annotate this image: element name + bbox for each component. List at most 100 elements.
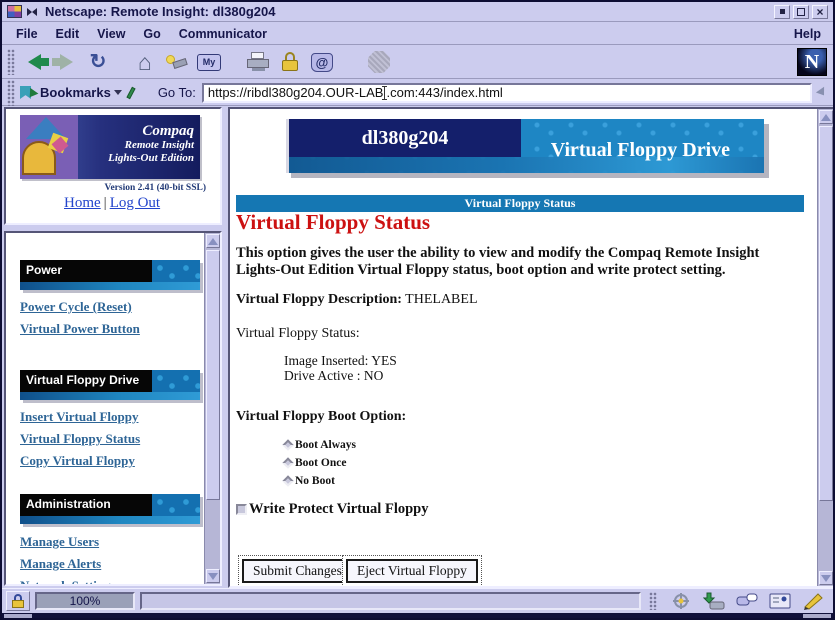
security-status-button[interactable]	[6, 591, 30, 611]
submit-changes-button[interactable]: Submit Changes	[242, 559, 353, 583]
write-protect-label: Write Protect Virtual Floppy	[249, 501, 428, 518]
logo-line1: Remote Insight	[78, 139, 194, 152]
sidebar-link-manage-alerts[interactable]: Manage Alerts	[20, 556, 101, 572]
logout-link[interactable]: Log Out	[110, 195, 160, 211]
minimize-button[interactable]	[774, 5, 790, 19]
search-button[interactable]	[162, 48, 192, 76]
sidebar-link-insert-virtual-floppy[interactable]: Insert Virtual Floppy	[20, 409, 138, 425]
address-book-icon	[769, 592, 791, 610]
lights-out-house-icon	[20, 115, 78, 179]
boot-always-option[interactable]: Boot Always	[284, 439, 356, 451]
window-menu-icon[interactable]	[7, 5, 22, 18]
url-dropdown-button[interactable]	[814, 83, 829, 103]
sidebar-nav-frame: Power Power Cycle (Reset) Virtual Power …	[4, 231, 222, 586]
radio-icon[interactable]	[282, 457, 293, 468]
sidebar-link-virtual-power-button[interactable]: Virtual Power Button	[20, 321, 140, 337]
scrollbar-thumb[interactable]	[206, 250, 220, 500]
window-title: Netscape: Remote Insight: dl380g204	[45, 4, 275, 19]
no-boot-option[interactable]: No Boot	[284, 475, 335, 487]
location-proxy-icon[interactable]	[126, 85, 140, 101]
resize-corner-left[interactable]	[4, 614, 32, 619]
banner-texture	[152, 260, 200, 282]
sidebar-scrollbar[interactable]	[204, 233, 220, 584]
navigator-button[interactable]	[669, 592, 693, 610]
scroll-up-button[interactable]	[206, 234, 220, 248]
security-button[interactable]	[275, 48, 305, 76]
maximize-icon	[797, 8, 805, 16]
menu-edit[interactable]: Edit	[56, 27, 80, 41]
discussions-button[interactable]	[735, 592, 759, 610]
my-netscape-button[interactable]: My	[194, 48, 224, 76]
component-bar-grip[interactable]	[649, 592, 657, 610]
scroll-down-icon	[208, 573, 218, 580]
boot-always-label: Boot Always	[295, 439, 356, 451]
status-line-image-inserted: Image Inserted: YES	[284, 353, 397, 368]
shop-button[interactable]: @	[307, 48, 337, 76]
menu-go[interactable]: Go	[143, 27, 160, 41]
forward-button[interactable]	[51, 48, 81, 76]
location-bar-grip[interactable]	[7, 80, 15, 106]
write-protect-option[interactable]: Write Protect Virtual Floppy	[236, 501, 428, 518]
stop-icon	[368, 51, 390, 73]
boot-once-option[interactable]: Boot Once	[284, 457, 346, 469]
bookmarks-dropdown-icon[interactable]	[114, 90, 122, 95]
resize-corner-right[interactable]	[803, 614, 831, 619]
menu-help[interactable]: Help	[794, 27, 821, 41]
window-bowtie-icon	[27, 8, 37, 16]
intro-paragraph: This option gives the user the ability t…	[236, 245, 792, 279]
eject-virtual-floppy-button-outline: Eject Virtual Floppy	[342, 555, 482, 587]
sidebar-link-power-cycle[interactable]: Power Cycle (Reset)	[20, 299, 132, 315]
sidebar-link-virtual-floppy-status[interactable]: Virtual Floppy Status	[20, 431, 140, 447]
power-section-banner: Power	[20, 260, 200, 290]
main-scrollbar[interactable]	[817, 109, 833, 586]
search-flashlight-icon	[165, 52, 189, 72]
mailbox-icon	[703, 592, 725, 610]
forward-icon	[60, 54, 73, 70]
composer-pen-icon	[802, 592, 824, 610]
close-button[interactable]: ×	[812, 5, 828, 19]
home-button[interactable]: ⌂	[130, 48, 160, 76]
address-book-button[interactable]	[768, 592, 792, 610]
status-lock-icon	[12, 594, 24, 608]
print-button[interactable]	[243, 48, 273, 76]
scroll-up-icon	[821, 114, 831, 121]
sidebar-link-manage-users[interactable]: Manage Users	[20, 534, 99, 550]
banner-page-title: Virtual Floppy Drive	[551, 139, 730, 162]
scrollbar-thumb[interactable]	[819, 126, 833, 501]
title-bar[interactable]: Netscape: Remote Insight: dl380g204 ×	[2, 2, 833, 22]
sidebar-link-network-settings[interactable]: Network Settings	[20, 578, 116, 586]
scroll-up-button[interactable]	[819, 110, 833, 124]
submit-changes-button-outline: Submit Changes	[238, 555, 357, 587]
radio-icon[interactable]	[282, 475, 293, 486]
virtual-floppy-section-title: Virtual Floppy Drive	[20, 370, 152, 392]
maximize-button[interactable]	[793, 5, 809, 19]
home-link[interactable]: Home	[64, 195, 101, 211]
menu-file[interactable]: File	[16, 27, 38, 41]
radio-icon[interactable]	[282, 439, 293, 450]
navigator-wheel-icon	[671, 592, 691, 610]
back-button[interactable]	[19, 48, 49, 76]
write-protect-checkbox[interactable]	[236, 504, 247, 515]
netscape-logo[interactable]: N	[797, 48, 827, 76]
eject-virtual-floppy-button[interactable]: Eject Virtual Floppy	[346, 559, 478, 583]
status-lines: Image Inserted: YES Drive Active : NO	[284, 353, 397, 383]
logo-brand: Compaq	[78, 123, 194, 139]
scroll-down-button[interactable]	[819, 571, 833, 585]
bookmarks-button[interactable]: Bookmarks	[40, 85, 111, 100]
toolbar-grip[interactable]	[7, 49, 15, 75]
component-bar	[669, 592, 825, 610]
progress-indicator: 100%	[35, 592, 135, 610]
reload-button[interactable]: ↻	[83, 48, 113, 76]
text-cursor	[384, 86, 385, 100]
menu-view[interactable]: View	[97, 27, 125, 41]
stop-button[interactable]	[364, 48, 394, 76]
version-label: Version 2.41 (40-bit SSL)	[104, 183, 206, 193]
composer-button[interactable]	[801, 592, 825, 610]
mailbox-button[interactable]	[702, 592, 726, 610]
status-line-drive-active: Drive Active : NO	[284, 368, 397, 383]
scroll-down-button[interactable]	[206, 569, 220, 583]
boot-once-label: Boot Once	[295, 457, 346, 469]
url-input[interactable]: https://ribdl380g204.OUR-LAB .com:443/in…	[202, 83, 812, 103]
sidebar-link-copy-virtual-floppy[interactable]: Copy Virtual Floppy	[20, 453, 135, 469]
menu-communicator[interactable]: Communicator	[179, 27, 267, 41]
